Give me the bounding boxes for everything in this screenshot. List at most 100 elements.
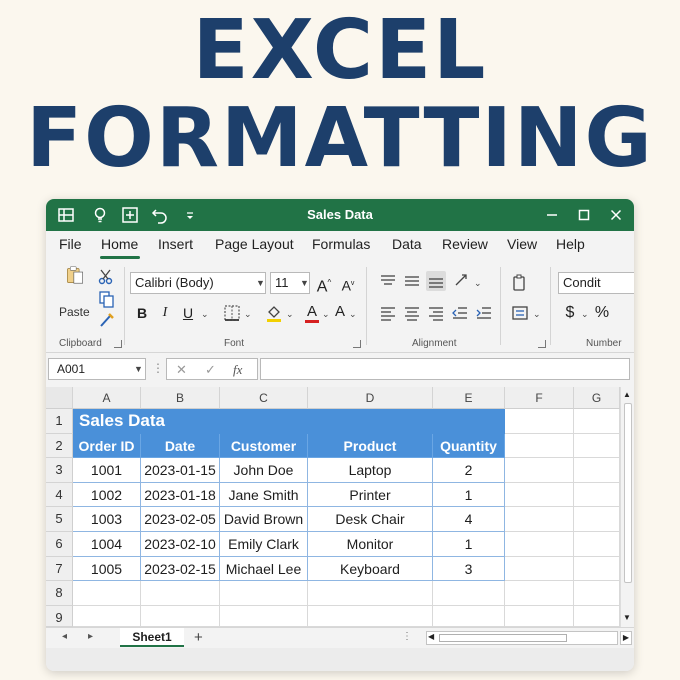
copy-icon[interactable] xyxy=(96,289,116,309)
font-effects-button[interactable]: A xyxy=(330,302,350,322)
more-options-icon[interactable]: ⋮ xyxy=(152,361,164,375)
row-header[interactable]: 5 xyxy=(46,507,73,532)
currency-button[interactable]: $ xyxy=(560,303,580,323)
data-cell[interactable]: 1001 xyxy=(73,458,141,483)
column-header-d[interactable]: D xyxy=(308,387,433,409)
empty-cell[interactable] xyxy=(574,458,620,483)
next-sheet-icon[interactable]: ▸ xyxy=(88,631,93,642)
data-cell[interactable]: Michael Lee xyxy=(220,556,308,582)
chevron-down-icon[interactable]: ⌄ xyxy=(581,309,589,320)
scroll-left-icon[interactable]: ◀ xyxy=(428,632,434,641)
empty-cell[interactable] xyxy=(574,532,620,557)
empty-cell[interactable] xyxy=(574,556,620,582)
empty-cell[interactable] xyxy=(505,458,574,483)
chevron-down-icon[interactable]: ⌄ xyxy=(349,309,357,320)
clipboard-paste-special-icon[interactable] xyxy=(510,273,530,293)
row-header[interactable]: 4 xyxy=(46,482,73,508)
data-cell[interactable]: Printer xyxy=(308,482,433,508)
row-header[interactable]: 8 xyxy=(46,581,73,606)
scroll-down-icon[interactable]: ▼ xyxy=(623,613,631,622)
fill-color-icon[interactable] xyxy=(264,303,284,323)
prev-sheet-icon[interactable]: ◂ xyxy=(62,631,67,642)
shrink-font-button[interactable]: Av xyxy=(338,274,358,294)
empty-cell[interactable] xyxy=(574,507,620,532)
row-header[interactable]: 1 xyxy=(46,409,73,434)
header-cell[interactable]: Date xyxy=(141,433,220,459)
select-all-corner[interactable] xyxy=(46,387,73,409)
maximize-button[interactable] xyxy=(574,205,594,225)
empty-cell[interactable] xyxy=(433,605,505,627)
chevron-down-icon[interactable]: ⌄ xyxy=(533,309,541,320)
format-painter-icon[interactable] xyxy=(96,311,116,331)
number-format-select[interactable]: Condit xyxy=(558,272,634,294)
data-cell[interactable]: 1 xyxy=(433,482,505,508)
italic-button[interactable]: I xyxy=(155,303,175,323)
data-cell[interactable]: Jane Smith xyxy=(220,482,308,508)
data-cell[interactable]: 2023-02-15 xyxy=(141,556,220,582)
data-cell[interactable]: 4 xyxy=(433,507,505,532)
bold-button[interactable]: B xyxy=(132,303,152,323)
column-header-e[interactable]: E xyxy=(433,387,505,409)
underline-button[interactable]: U xyxy=(178,303,198,323)
formula-input[interactable] xyxy=(260,358,630,380)
borders-icon[interactable] xyxy=(222,303,242,323)
vertical-scroll-thumb[interactable] xyxy=(624,403,632,583)
column-header-a[interactable]: A xyxy=(73,387,141,409)
tab-help[interactable]: Help xyxy=(556,236,585,252)
alignment-launcher-icon[interactable] xyxy=(538,340,546,348)
empty-cell[interactable] xyxy=(505,581,574,606)
empty-cell[interactable] xyxy=(505,532,574,557)
data-cell[interactable]: Desk Chair xyxy=(308,507,433,532)
header-cell[interactable]: Customer xyxy=(220,433,308,459)
data-cell[interactable]: 3 xyxy=(433,556,505,582)
data-cell[interactable]: 1 xyxy=(433,532,505,557)
grow-font-button[interactable]: A^ xyxy=(314,273,334,295)
orientation-icon[interactable] xyxy=(452,271,472,291)
column-header-b[interactable]: B xyxy=(141,387,220,409)
tab-review[interactable]: Review xyxy=(442,236,488,252)
insert-function-icon[interactable]: fx xyxy=(233,362,242,378)
font-launcher-icon[interactable] xyxy=(353,340,361,348)
tab-formulas[interactable]: Formulas xyxy=(312,236,370,252)
row-header[interactable]: 6 xyxy=(46,532,73,557)
chevron-down-icon[interactable]: ⌄ xyxy=(474,278,482,289)
empty-cell[interactable] xyxy=(308,605,433,627)
empty-cell[interactable] xyxy=(505,433,574,459)
row-header[interactable]: 2 xyxy=(46,433,73,459)
align-middle-icon[interactable] xyxy=(402,271,422,291)
cancel-icon[interactable]: ✕ xyxy=(176,362,187,378)
chevron-down-icon[interactable]: ⌄ xyxy=(286,309,294,320)
row-header[interactable]: 3 xyxy=(46,458,73,483)
chevron-down-icon[interactable]: ⌄ xyxy=(244,309,252,320)
data-cell[interactable]: Monitor xyxy=(308,532,433,557)
tab-page-layout[interactable]: Page Layout xyxy=(215,236,294,252)
data-cell[interactable]: 1002 xyxy=(73,482,141,508)
row-header[interactable]: 9 xyxy=(46,605,73,627)
minimize-button[interactable] xyxy=(542,205,562,225)
tab-home[interactable]: Home xyxy=(101,236,138,252)
row-header[interactable]: 7 xyxy=(46,556,73,582)
paste-label[interactable]: Paste xyxy=(59,305,90,319)
empty-cell[interactable] xyxy=(505,409,574,434)
empty-cell[interactable] xyxy=(574,409,620,434)
align-bottom-icon[interactable] xyxy=(426,271,446,291)
scroll-up-icon[interactable]: ▲ xyxy=(623,390,631,399)
decrease-indent-icon[interactable] xyxy=(450,303,470,323)
empty-cell[interactable] xyxy=(505,605,574,627)
data-cell[interactable]: 1005 xyxy=(73,556,141,582)
clipboard-launcher-icon[interactable] xyxy=(114,340,122,348)
empty-cell[interactable] xyxy=(574,605,620,627)
align-right-icon[interactable] xyxy=(426,303,446,323)
empty-cell[interactable] xyxy=(141,581,220,606)
empty-cell[interactable] xyxy=(505,482,574,508)
column-header-c[interactable]: C xyxy=(220,387,308,409)
data-cell[interactable]: 2023-02-05 xyxy=(141,507,220,532)
percent-button[interactable]: % xyxy=(592,303,612,323)
enter-icon[interactable]: ✓ xyxy=(205,362,216,378)
align-center-icon[interactable] xyxy=(402,303,422,323)
more-sheets-icon[interactable]: ⋮ xyxy=(402,631,412,642)
sheet-tab-sheet1[interactable]: Sheet1 xyxy=(120,628,184,647)
increase-indent-icon[interactable] xyxy=(474,303,494,323)
empty-cell[interactable] xyxy=(220,581,308,606)
data-cell[interactable]: 2023-01-18 xyxy=(141,482,220,508)
